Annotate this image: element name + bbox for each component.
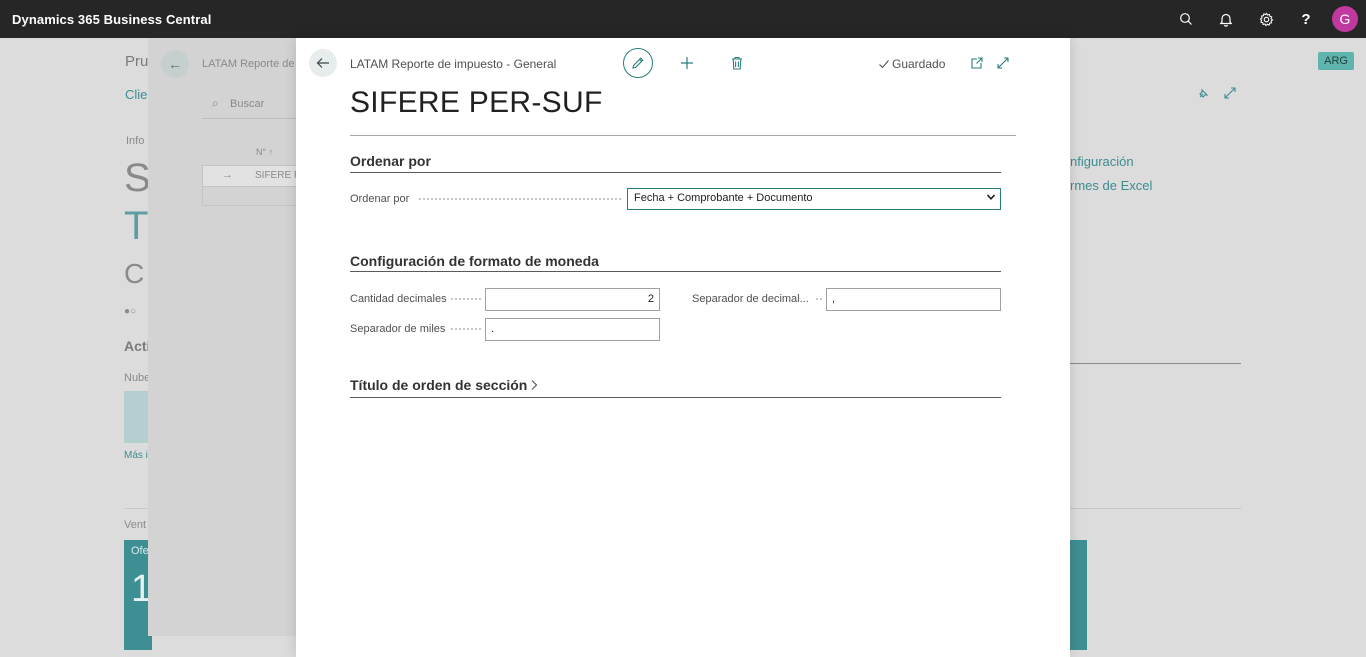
decimal-separator-value: , — [832, 293, 836, 305]
section-rule-order — [350, 172, 1001, 173]
chevron-right-icon — [531, 380, 538, 390]
section-heading-currency[interactable]: Configuración de formato de moneda — [350, 253, 599, 269]
decimal-separator-leader — [816, 298, 822, 300]
bg-mas: Más i — [124, 450, 148, 461]
order-select[interactable]: Fecha + Comprobante + Documento — [627, 188, 1001, 210]
bg-search-label: Buscar — [230, 98, 265, 110]
bg-col-header: N° ↑ — [256, 147, 274, 157]
decimals-input[interactable]: 2 — [485, 288, 660, 311]
order-field-leader — [419, 198, 621, 200]
bg-expand-icon — [1223, 86, 1237, 103]
bg-link-config: nfiguración — [1070, 154, 1134, 169]
company-badge: ARG — [1318, 52, 1354, 70]
bg-big-s: S — [124, 156, 151, 200]
bg-list-panel: ← LATAM Reporte de ⌕ Buscar N° ↑ → SIFER… — [148, 38, 308, 636]
delete-button[interactable] — [728, 54, 746, 72]
bg-tile-right — [1070, 540, 1087, 650]
decimal-separator-label: Separador de decimal... — [692, 293, 809, 305]
open-new-window-button[interactable] — [969, 55, 985, 71]
section-rule-currency — [350, 271, 1001, 272]
order-field-label: Ordenar por — [350, 193, 410, 205]
bg-nube: Nube — [124, 372, 151, 384]
section-rule-section-title — [350, 397, 1001, 398]
bg-tile-left-label: Ofe — [131, 545, 149, 557]
thousands-separator-input[interactable]: . — [485, 318, 660, 341]
plus-icon — [681, 57, 693, 69]
open-new-window-icon — [971, 57, 983, 69]
bg-big-c: C — [124, 258, 145, 289]
thousands-separator-label: Separador de miles — [350, 323, 446, 335]
breadcrumb: LATAM Reporte de impuesto - General — [350, 57, 557, 71]
gear-icon[interactable] — [1246, 0, 1286, 38]
bg-row-empty — [202, 186, 308, 206]
back-button[interactable] — [309, 49, 337, 77]
page-title: SIFERE PER-SUF — [350, 86, 603, 119]
search-icon[interactable] — [1166, 0, 1206, 38]
bg-actions-heading: Acti — [124, 338, 151, 354]
bg-link-clientes: Clie — [125, 87, 148, 102]
bg-vent: Vent — [124, 519, 147, 531]
bg-right-rule — [1070, 363, 1241, 364]
help-icon[interactable]: ? — [1286, 0, 1326, 38]
back-arrow-icon — [316, 58, 329, 68]
decimals-value: 2 — [647, 293, 654, 305]
decimals-leader — [451, 298, 481, 300]
expand-icon — [997, 57, 1009, 69]
thousands-separator-leader — [451, 328, 481, 330]
check-icon — [879, 60, 889, 69]
bg-row-name: SIFERE P — [255, 170, 301, 181]
trash-icon — [732, 56, 742, 70]
decimals-label: Cantidad decimales — [350, 293, 447, 305]
card-modal: LATAM Reporte de impuesto - General Guar… — [296, 38, 1070, 657]
bg-link-excel: rmes de Excel — [1070, 178, 1153, 193]
section-title-label: Título de orden de sección — [350, 377, 528, 393]
pencil-icon — [632, 57, 644, 69]
avatar[interactable]: G — [1332, 6, 1358, 32]
bg-list-crumb: LATAM Reporte de — [202, 58, 295, 70]
bg-pager-dots: ●○ — [124, 306, 137, 317]
order-select-value: Fecha + Comprobante + Documento — [634, 192, 813, 204]
thousands-separator-value: . — [491, 323, 495, 335]
bg-pin-icon — [1197, 86, 1211, 103]
bg-big-t: T — [124, 204, 149, 248]
bg-search-icon: ⌕ — [212, 96, 219, 110]
expand-button[interactable] — [995, 55, 1011, 71]
bg-title: Pru — [125, 53, 149, 70]
chevron-down-icon — [986, 192, 996, 205]
saved-label: Guardado — [892, 57, 946, 71]
section-heading-order[interactable]: Ordenar por — [350, 153, 431, 169]
edit-button[interactable] — [623, 48, 653, 78]
title-divider — [350, 135, 1016, 136]
app-title[interactable]: Dynamics 365 Business Central — [0, 12, 211, 27]
bg-list-rule — [202, 118, 308, 119]
section-heading-section-title[interactable]: Título de orden de sección — [350, 377, 539, 393]
decimal-separator-input[interactable]: , — [826, 288, 1001, 311]
bg-row-arrow: → — [222, 169, 233, 181]
bg-info: Info — [126, 135, 145, 147]
bell-icon[interactable] — [1206, 0, 1246, 38]
new-button[interactable] — [678, 54, 696, 72]
saved-status: Guardado — [878, 57, 945, 71]
top-bar: Dynamics 365 Business Central ? G — [0, 0, 1366, 38]
top-bar-icons: ? G — [1166, 0, 1366, 38]
bg-back-arrow-icon: ← — [161, 50, 189, 78]
